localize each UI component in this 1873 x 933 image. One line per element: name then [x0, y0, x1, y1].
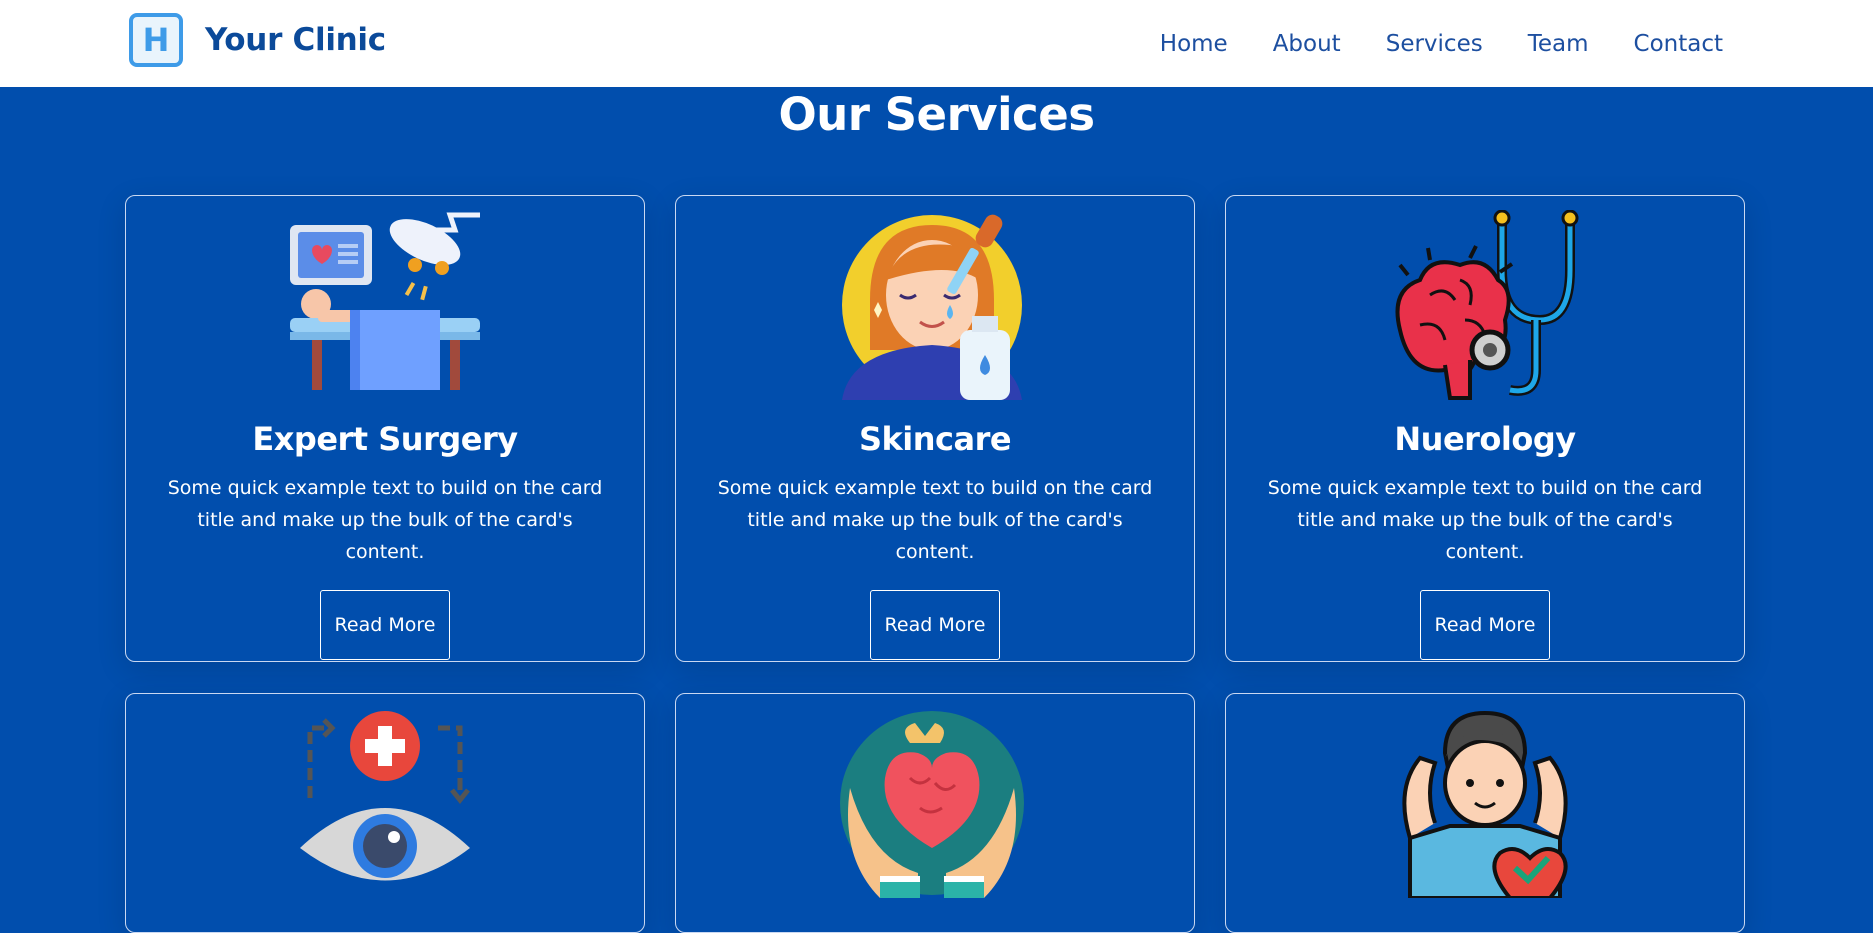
- fitness-health-illustration-icon: [1402, 710, 1568, 898]
- service-card-eye-care: [125, 693, 645, 933]
- brand[interactable]: H Your Clinic: [129, 13, 386, 67]
- service-card-fitness: [1225, 693, 1745, 933]
- brain-stethoscope-illustration-icon: [1395, 210, 1579, 400]
- service-card-skincare: Skincare Some quick example text to buil…: [675, 195, 1195, 662]
- card-text: Some quick example text to build on the …: [167, 477, 603, 563]
- service-card-cardiology: [675, 693, 1195, 933]
- nav-link-home[interactable]: Home: [1160, 31, 1228, 57]
- nav-links: Home About Services Team Contact: [1160, 0, 1723, 87]
- read-more-button[interactable]: Read More: [320, 590, 450, 660]
- nav-link-contact[interactable]: Contact: [1634, 31, 1723, 57]
- service-card-surgery: Expert Surgery Some quick example text t…: [125, 195, 645, 662]
- card-text: Some quick example text to build on the …: [1267, 477, 1703, 563]
- navbar: H Your Clinic Home About Services Team C…: [0, 0, 1873, 87]
- section-title: Our Services: [778, 88, 1095, 141]
- card-title: Nuerology: [1394, 420, 1576, 458]
- card-text: Some quick example text to build on the …: [717, 477, 1153, 563]
- service-card-neurology: Nuerology Some quick example text to bui…: [1225, 195, 1745, 662]
- nav-link-services[interactable]: Services: [1386, 31, 1483, 57]
- heart-in-hands-illustration-icon: [840, 711, 1024, 898]
- surgery-illustration-icon: [290, 212, 480, 390]
- logo-letter: H: [142, 21, 170, 59]
- skincare-illustration-icon: [842, 214, 1022, 400]
- card-title: Expert Surgery: [252, 420, 518, 458]
- eye-care-illustration-icon: [300, 711, 470, 881]
- read-more-button[interactable]: Read More: [1420, 590, 1550, 660]
- brand-name: Your Clinic: [205, 22, 386, 58]
- nav-link-team[interactable]: Team: [1528, 31, 1589, 57]
- nav-link-about[interactable]: About: [1273, 31, 1341, 57]
- card-title: Skincare: [858, 420, 1012, 458]
- hospital-logo-icon: H: [129, 13, 183, 67]
- read-more-button[interactable]: Read More: [870, 590, 1000, 660]
